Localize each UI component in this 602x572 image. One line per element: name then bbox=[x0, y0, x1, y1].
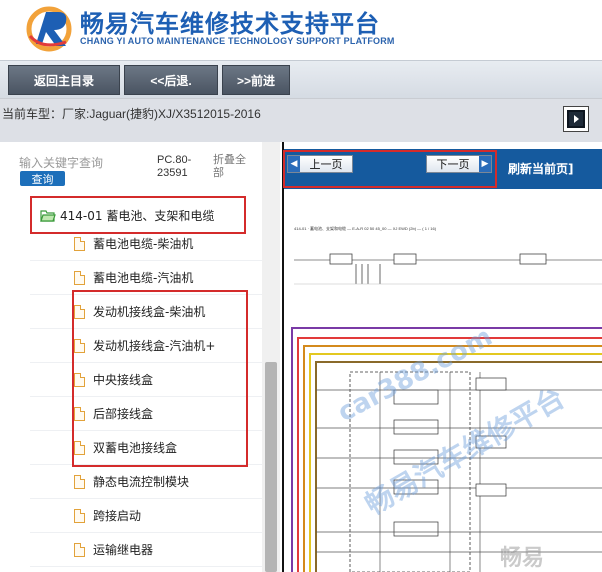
search-button[interactable]: 查询 bbox=[20, 171, 65, 186]
brand-subtitle: CHANG YI AUTO MAINTENANCE TECHNOLOGY SUP… bbox=[80, 36, 395, 46]
panel-toggle-button[interactable] bbox=[563, 106, 589, 132]
vehicle-label: 当前车型： bbox=[2, 107, 63, 121]
search-input[interactable]: 输入关键字查询 bbox=[19, 154, 103, 171]
tree-code: PC.80-23591 bbox=[157, 154, 192, 179]
tree-item[interactable]: 静态电流控制模块 bbox=[30, 465, 262, 499]
collapse-all-link[interactable]: 折叠全部 bbox=[213, 154, 253, 180]
brand-logo-icon bbox=[26, 6, 72, 52]
highlight-box bbox=[283, 150, 497, 188]
home-button[interactable]: 返回主目录 bbox=[8, 65, 120, 95]
forward-button[interactable]: >>前进 bbox=[222, 65, 290, 95]
tree-item[interactable]: 运输继电器 bbox=[30, 533, 262, 567]
vehicle-bar: 当前车型：厂家:Jaguar(捷豹)XJ/X3512015-2016 bbox=[0, 98, 602, 142]
highlight-box bbox=[72, 290, 248, 467]
document-icon bbox=[74, 270, 85, 285]
tree-item[interactable]: 蓄电池电缆-柴油机 bbox=[30, 227, 262, 261]
folder-open-icon bbox=[40, 209, 56, 222]
document-icon bbox=[74, 236, 85, 251]
tree-scrollbar-thumb[interactable] bbox=[265, 362, 277, 572]
toolbar: 返回主目录 <<后退. >>前进 bbox=[0, 60, 602, 98]
document-icon bbox=[74, 474, 85, 489]
back-button[interactable]: <<后退. bbox=[124, 65, 218, 95]
tree-folder-label: 414-01 蓄电池、支架和电缆 bbox=[60, 208, 215, 223]
watermark-text: 畅易 bbox=[500, 546, 545, 571]
tree-item[interactable]: 跨接启动 bbox=[30, 499, 262, 533]
vehicle-info: 当前车型：厂家:Jaguar(捷豹)XJ/X3512015-2016 bbox=[2, 105, 261, 122]
arrow-right-icon bbox=[567, 110, 585, 128]
vehicle-value: 厂家:Jaguar(捷豹)XJ/X3512015-2016 bbox=[62, 107, 261, 121]
document-icon bbox=[74, 508, 85, 523]
app-header: 畅易汽车维修技术支持平台 CHANG YI AUTO MAINTENANCE T… bbox=[0, 0, 602, 60]
brand-title: 畅易汽车维修技术支持平台 bbox=[80, 10, 380, 38]
document-icon bbox=[74, 542, 85, 557]
refresh-page-link[interactable]: 刷新当前页] bbox=[508, 160, 574, 177]
